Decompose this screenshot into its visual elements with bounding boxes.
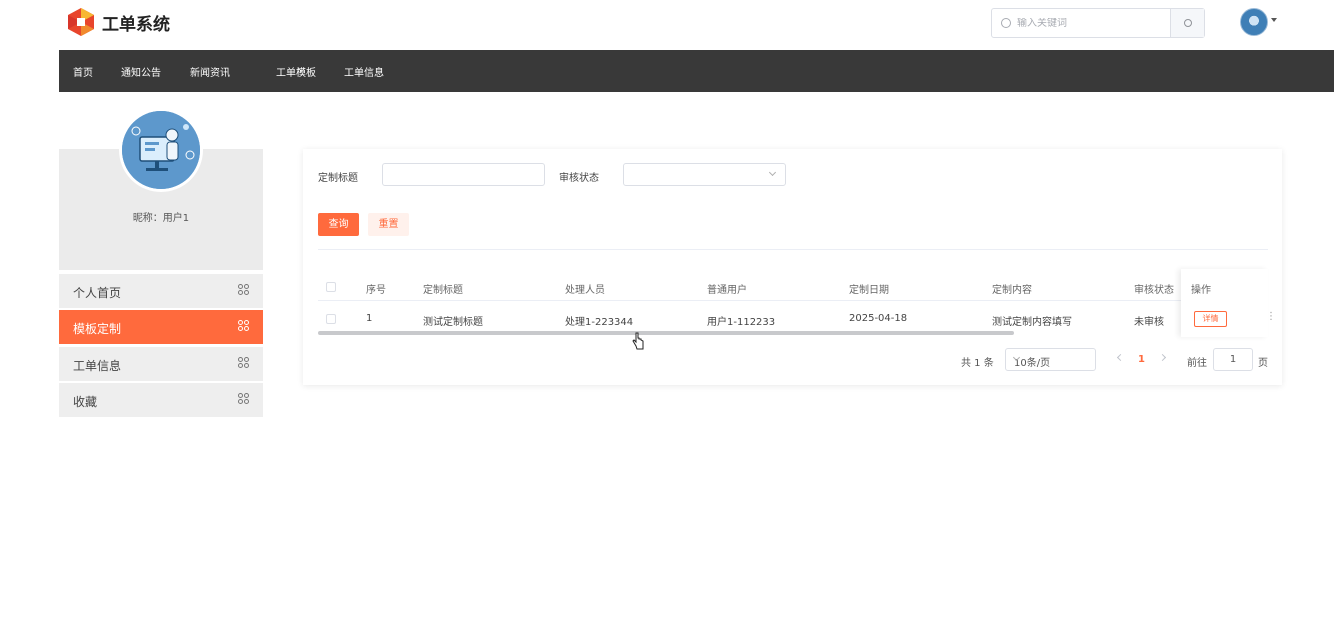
horizontal-scrollbar[interactable] xyxy=(318,331,1014,335)
nav-item-notice[interactable]: 通知公告 xyxy=(121,64,161,79)
search-box xyxy=(991,8,1205,38)
sidebar-item-label: 工单信息 xyxy=(73,359,122,373)
main-panel: 定制标题 审核状态 查询 重置 序号 定制标题 处理人员 普通用户 定制日期 定… xyxy=(303,149,1282,385)
col-header-index: 序号 xyxy=(366,285,386,296)
cell-user: 用户1-112233 xyxy=(707,317,776,328)
search-icon xyxy=(1001,18,1011,28)
app-logo-icon xyxy=(68,8,94,36)
query-button[interactable]: 查询 xyxy=(318,213,359,236)
divider xyxy=(318,249,1268,250)
title-filter-input[interactable] xyxy=(382,163,545,186)
sidebar-item-template-custom[interactable]: 模板定制 xyxy=(59,310,263,344)
sidebar-item-label: 收藏 xyxy=(73,395,98,409)
more-icon[interactable]: ⋮ xyxy=(1266,311,1276,322)
row-checkbox[interactable] xyxy=(326,314,336,324)
grid-icon xyxy=(238,284,249,295)
next-page-icon[interactable] xyxy=(1158,353,1167,362)
chevron-down-icon xyxy=(768,168,777,177)
grid-icon xyxy=(238,393,249,404)
top-nav: 首页 通知公告 新闻资讯 工单模板 工单信息 xyxy=(59,50,1334,92)
col-header-date: 定制日期 xyxy=(849,285,889,296)
reset-button[interactable]: 重置 xyxy=(368,213,409,236)
search-input[interactable] xyxy=(1017,17,1167,29)
col-header-content: 定制内容 xyxy=(992,285,1032,296)
cell-status: 未审核 xyxy=(1134,317,1164,328)
search-button[interactable] xyxy=(1170,9,1204,37)
goto-label: 前往 xyxy=(1187,358,1207,369)
cell-title: 测试定制标题 xyxy=(423,317,483,328)
nav-item-workorder[interactable]: 工单信息 xyxy=(344,64,384,79)
page-number-current[interactable]: 1 xyxy=(1138,354,1145,365)
col-header-user: 普通用户 xyxy=(707,285,747,296)
page-size-select[interactable]: 10条/页 xyxy=(1005,348,1096,371)
profile-avatar xyxy=(119,108,203,192)
grid-icon xyxy=(238,357,249,368)
col-header-title: 定制标题 xyxy=(423,285,463,296)
col-header-actions: 操作 xyxy=(1191,285,1211,296)
sidebar-item-workorder[interactable]: 工单信息 xyxy=(59,347,263,381)
cell-handler: 处理1-223344 xyxy=(565,317,634,328)
sidebar-item-label: 个人首页 xyxy=(73,286,122,300)
hand-cursor-icon xyxy=(632,332,644,350)
col-header-handler: 处理人员 xyxy=(565,285,605,296)
detail-button[interactable]: 详情 xyxy=(1194,311,1227,327)
cell-content: 测试定制内容填写 xyxy=(992,317,1072,328)
cell-index: 1 xyxy=(366,313,373,324)
goto-page-input[interactable]: 1 xyxy=(1213,348,1253,371)
row-divider xyxy=(318,300,1268,301)
caret-down-icon[interactable] xyxy=(1271,18,1277,22)
sidebar-item-favorites[interactable]: 收藏 xyxy=(59,383,263,417)
sidebar-item-profile-home[interactable]: 个人首页 xyxy=(59,274,263,308)
nav-item-news[interactable]: 新闻资讯 xyxy=(190,64,230,79)
user-avatar[interactable] xyxy=(1240,8,1268,36)
prev-page-icon[interactable] xyxy=(1116,353,1125,362)
select-all-checkbox[interactable] xyxy=(326,282,336,292)
pagination-total: 共 1 条 xyxy=(961,358,994,369)
nav-item-template[interactable]: 工单模板 xyxy=(276,64,316,79)
status-filter-label: 审核状态 xyxy=(559,173,599,184)
sidebar-item-label: 模板定制 xyxy=(73,322,122,336)
nickname: 昵称：用户1 xyxy=(132,213,190,224)
status-filter-select[interactable] xyxy=(623,163,786,186)
app-title: 工单系统 xyxy=(102,15,170,35)
search-icon xyxy=(1183,19,1192,27)
cell-date: 2025-04-18 xyxy=(849,313,908,324)
nav-item-home[interactable]: 首页 xyxy=(73,64,93,79)
page-suffix: 页 xyxy=(1258,358,1268,369)
title-filter-label: 定制标题 xyxy=(318,173,358,184)
col-header-status: 审核状态 xyxy=(1134,285,1174,296)
grid-icon xyxy=(238,320,249,331)
